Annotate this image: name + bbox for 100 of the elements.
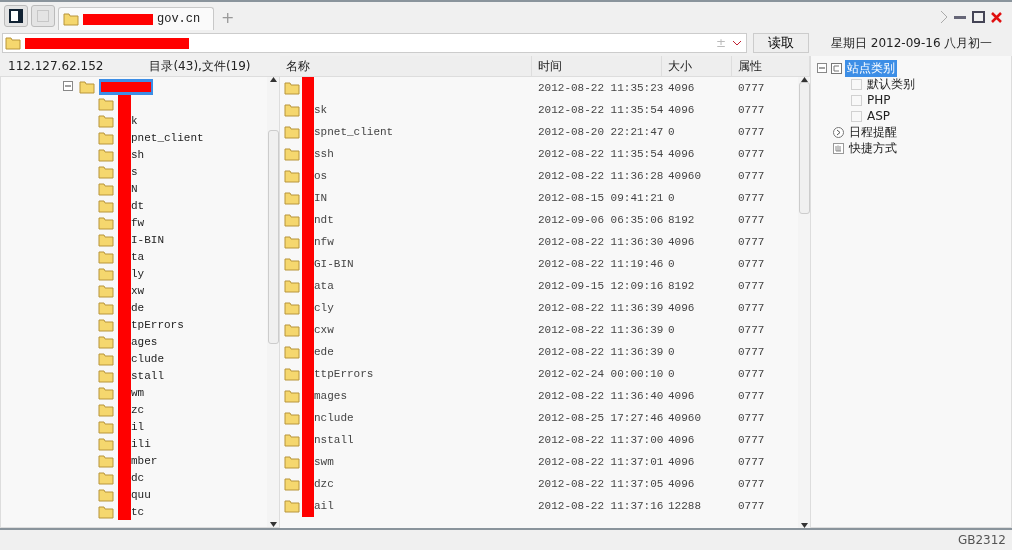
tree-item[interactable]: de (131, 301, 145, 314)
file-name[interactable]: ata (314, 280, 334, 292)
category-icon (831, 62, 842, 74)
tree-item[interactable]: dc (131, 471, 145, 484)
file-name[interactable]: dzc (314, 478, 334, 490)
close-icon[interactable] (991, 11, 1002, 23)
size-cell-text: 0 (667, 346, 676, 358)
folder-icon (98, 300, 114, 315)
column-header[interactable]: 名称 (280, 56, 532, 76)
tree-item[interactable]: s (131, 165, 138, 178)
file-name[interactable]: ede (314, 346, 334, 358)
folder-icon (98, 266, 114, 281)
time-cell-text: 2012-09-15 12:09:16 (537, 280, 662, 292)
column-header[interactable]: 时间 (532, 56, 662, 76)
size-cell-text: 4096 (667, 434, 696, 446)
side-tree-item[interactable]: ASP (865, 109, 893, 123)
tree-item[interactable]: stall (131, 369, 164, 382)
tree-item[interactable]: mber (131, 454, 158, 467)
attribute-cell-text: 0777 (737, 126, 766, 138)
collapse-icon (817, 62, 828, 74)
time-cell-text: 2012-08-22 11:36:39 (537, 302, 662, 314)
tree-item[interactable]: dt (131, 199, 145, 212)
size-cell-text: 12288 (667, 500, 702, 512)
file-name[interactable]: sk (314, 104, 328, 116)
time-cell-text: 2012-09-06 06:35:06 (537, 214, 662, 226)
file-name[interactable]: mages (314, 390, 347, 402)
file-name[interactable]: spnet_client (314, 126, 394, 138)
attribute-cell-text: 0777 (737, 324, 766, 336)
read-button[interactable]: 读取 (753, 33, 809, 53)
side-tree-item[interactable]: 默认类别 (865, 75, 917, 93)
folder-icon (284, 389, 300, 403)
dropdown-icon[interactable] (732, 40, 742, 46)
folder-icon (284, 213, 300, 227)
browser-tab[interactable]: gov.cn (58, 7, 214, 30)
file-name[interactable]: ssh (314, 148, 334, 160)
tree-item[interactable]: tc (131, 505, 145, 518)
folder-icon (284, 301, 300, 315)
tree-item[interactable]: ta (131, 250, 145, 263)
tree-item[interactable]: wm (131, 386, 145, 399)
side-tree-item[interactable]: 日程提醒 (847, 123, 899, 141)
date-label: 星期日 2012-09-16 八月初一 (831, 34, 993, 52)
tree-item[interactable]: quu (131, 488, 151, 501)
file-name[interactable]: nstall (314, 434, 354, 446)
tree-item[interactable]: ly (131, 267, 145, 280)
folder-icon (284, 411, 300, 425)
time-cell-text: 2012-08-22 11:36:28 (537, 170, 662, 182)
size-cell-text: 0 (667, 126, 676, 138)
file-name[interactable]: swm (314, 456, 334, 468)
file-name[interactable]: ttpErrors (314, 368, 374, 380)
file-name[interactable]: cxw (314, 324, 334, 336)
tree-item[interactable]: xw (131, 284, 145, 297)
tree-item[interactable]: fw (131, 216, 145, 229)
folder-icon (98, 368, 114, 383)
file-name[interactable]: os (314, 170, 328, 182)
tree-item[interactable]: sh (131, 148, 145, 161)
folder-icon (284, 433, 300, 447)
attribute-cell-text: 0777 (737, 280, 766, 292)
maximize-icon[interactable] (972, 11, 985, 23)
tree-root-item[interactable] (99, 78, 153, 95)
attribute-cell-text: 0777 (737, 390, 766, 402)
scrollbar-thumb[interactable] (267, 130, 279, 344)
attribute-cell-text: 0777 (737, 500, 766, 512)
panel-icon (9, 9, 23, 23)
attribute-cell-text: 0777 (737, 236, 766, 248)
tree-item[interactable]: clude (131, 352, 164, 365)
file-name[interactable]: cly (314, 302, 334, 314)
tree-item[interactable]: tpErrors (131, 318, 184, 331)
file-name[interactable]: ndt (314, 214, 334, 226)
file-name[interactable]: nclude (314, 412, 354, 424)
attribute-cell-text: 0777 (737, 192, 766, 204)
side-tree-item[interactable]: 快捷方式 (847, 139, 899, 157)
folder-icon (98, 453, 114, 468)
file-name[interactable]: GI-BIN (314, 258, 354, 270)
tree-item[interactable]: I-BIN (131, 233, 164, 246)
file-name[interactable]: nfw (314, 236, 334, 248)
tree-item[interactable]: ages (131, 335, 158, 348)
panel-toggle-button[interactable] (4, 5, 28, 27)
folder-icon (98, 130, 114, 145)
scrollbar-thumb[interactable] (798, 82, 810, 214)
size-cell-text: 40960 (667, 170, 702, 182)
tree-item[interactable]: N (131, 182, 138, 195)
attribute-cell-text: 0777 (737, 104, 766, 116)
folder-icon (98, 351, 114, 366)
scroll-up-icon[interactable] (269, 77, 277, 82)
column-header[interactable]: 大小 (662, 56, 732, 76)
size-cell-text: 8192 (667, 280, 696, 292)
file-name[interactable]: IN (314, 192, 328, 204)
side-tree-item[interactable]: PHP (865, 93, 893, 107)
folder-icon (98, 164, 114, 179)
tree-item[interactable]: pnet_client (131, 131, 204, 144)
tree-item[interactable]: zc (131, 403, 145, 416)
file-name[interactable]: ail (314, 500, 334, 512)
tree-item[interactable]: k (131, 114, 138, 127)
tree-item[interactable]: ili (131, 437, 151, 450)
tree-item[interactable]: il (131, 420, 145, 433)
redaction-bar (302, 495, 314, 517)
size-cell-text: 4096 (667, 456, 696, 468)
scroll-down-icon[interactable] (800, 523, 808, 528)
folder-icon (98, 504, 114, 519)
scroll-down-icon[interactable] (269, 522, 277, 527)
